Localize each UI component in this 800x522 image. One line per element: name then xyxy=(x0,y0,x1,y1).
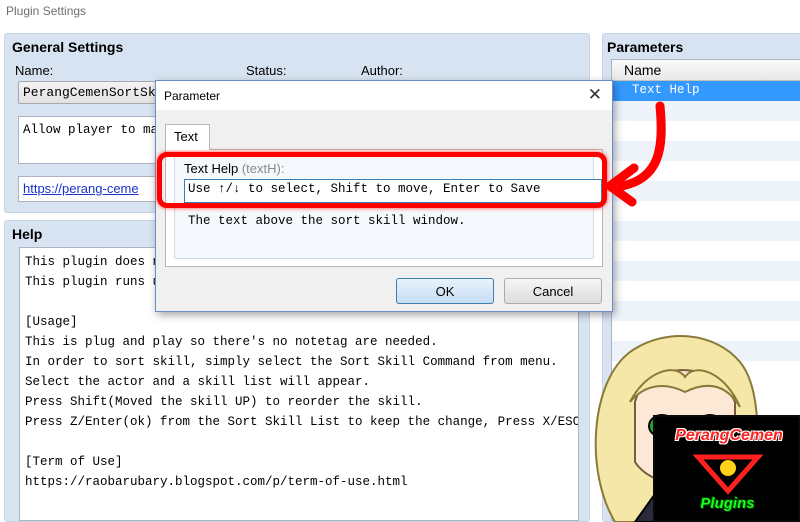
red-arrow-annotation xyxy=(605,101,666,207)
empty-row xyxy=(612,281,800,301)
cancel-button[interactable]: Cancel xyxy=(504,278,602,304)
help-title: Help xyxy=(12,226,43,242)
name-label: Name: xyxy=(15,63,54,78)
general-settings-title: General Settings xyxy=(12,39,124,55)
parameters-title: Parameters xyxy=(607,39,684,55)
red-highlight-box xyxy=(157,152,607,208)
status-label: Status: xyxy=(246,63,287,78)
author-label: Author: xyxy=(361,63,403,78)
perangcemen-logo: PerangCemen Plugins xyxy=(653,415,800,522)
column-header-name[interactable]: Name xyxy=(612,60,800,81)
empty-row xyxy=(612,301,800,321)
tab-text[interactable]: Text xyxy=(165,124,210,150)
logo-emblem-icon xyxy=(693,454,763,495)
dialog-title: Parameter xyxy=(164,89,221,103)
field-description: The text above the sort skill window. xyxy=(188,214,466,228)
window-title: Plugin Settings xyxy=(0,0,800,24)
ok-button[interactable]: OK xyxy=(396,278,494,304)
empty-row xyxy=(612,241,800,261)
dialog-titlebar: Parameter ✕ xyxy=(156,81,612,110)
logo-subtitle: Plugins xyxy=(700,495,755,512)
empty-row xyxy=(612,221,800,241)
logo-title: PerangCemen xyxy=(675,427,783,444)
empty-row xyxy=(612,261,800,281)
